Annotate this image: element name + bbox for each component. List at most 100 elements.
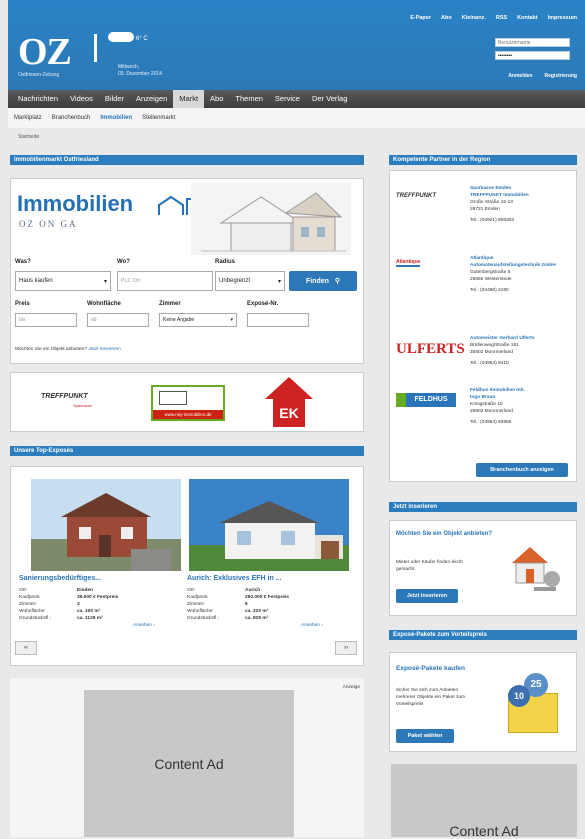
nsy-url: www.nsy-immobilien.de	[153, 410, 223, 419]
subnav-item[interactable]: Branchenbuch	[52, 115, 91, 121]
nav-item[interactable]: Anzeigen	[130, 90, 173, 108]
was-select[interactable]: Haus kaufen ▾	[15, 271, 111, 291]
partner-address: Brüllenweg/Straße 151	[470, 343, 519, 348]
top-link[interactable]: Abo	[441, 15, 452, 21]
subnav-item[interactable]: Marktplatz	[14, 115, 42, 121]
wf-value: ca. 100 m²	[77, 609, 101, 614]
radius-select[interactable]: Unbegrenzt ▾	[215, 271, 285, 291]
listing-photo[interactable]	[31, 479, 181, 571]
prev-button[interactable]: ‹‹	[15, 641, 37, 655]
pakete-button[interactable]: Paket wählen	[396, 729, 454, 743]
nav-item[interactable]: Der Verlag	[306, 90, 353, 108]
insert-title[interactable]: Möchten Sie ein Objekt anbieten?	[396, 531, 492, 537]
top-link[interactable]: Impressum	[548, 15, 577, 21]
was-value: Haus kaufen	[19, 278, 53, 284]
section-heading: Exposé-Pakete zum Vorteilspreis	[389, 630, 577, 640]
partner-address: Königstraße 10	[470, 402, 503, 407]
partner-name[interactable]: Sparkasse Emden	[470, 185, 574, 192]
top-link[interactable]: RSS	[496, 15, 507, 21]
site-header: E-Paper Abo Kleinanz. RSS Kontakt Impres…	[8, 0, 585, 90]
site-logo[interactable]: OZ	[18, 30, 72, 74]
subnav-item-active[interactable]: Immobilien	[100, 115, 132, 121]
username-input[interactable]	[495, 38, 570, 47]
preis-label: Preis	[15, 301, 30, 307]
find-button[interactable]: Finden ⚲	[289, 271, 357, 291]
nav-item[interactable]: Videos	[64, 90, 99, 108]
treffpunkt-logo-sub: Sparkasse	[73, 403, 92, 408]
partner-city: 26655 Westerstede	[470, 277, 512, 282]
partner-city: 26802 Moormerland	[470, 409, 513, 414]
treffpunkt-logo[interactable]: TREFFPUNKT	[41, 393, 88, 400]
listing-title[interactable]: Sanierungsbedürftiges...	[19, 575, 101, 582]
wohnflaeche-input[interactable]: ab	[87, 313, 149, 327]
partner-logo[interactable]: TREFFPUNKT	[396, 193, 436, 199]
top-link[interactable]: Kleinanz.	[462, 15, 486, 21]
wo-input[interactable]: PLZ, Ort	[117, 271, 213, 291]
register-link[interactable]: Registrierung	[544, 73, 577, 79]
top-link[interactable]: E-Paper	[410, 15, 431, 21]
listing-title[interactable]: Aurich: Exklusives EFH in ...	[187, 575, 282, 582]
content-ad[interactable]: Content Ad	[84, 690, 294, 837]
top-link[interactable]: Kontakt	[517, 15, 537, 21]
password-input[interactable]	[495, 51, 570, 60]
next-button[interactable]: ››	[335, 641, 357, 655]
section-heading: Unsere Top-Exposés	[10, 446, 364, 456]
nsy-logo[interactable]: www.nsy-immobilien.de	[151, 385, 225, 421]
current-date: Mittwoch, 03. Dezember 2014	[118, 64, 178, 78]
insert-box: Möchten Sie ein Objekt anbieten? Mieter …	[389, 520, 577, 616]
immo-search-box: Immobilien OZ ON GA Was? Haus kaufen ▾ Wo…	[10, 178, 364, 364]
wf-value: ca. 220 m²	[245, 609, 269, 614]
nav-item[interactable]: Themen	[229, 90, 269, 108]
partner-name[interactable]: Feldhus Immobilien Inh.	[470, 387, 574, 394]
partner-logo[interactable]: ULFERTS	[396, 341, 465, 358]
listing-values: Aurich 290.000 € Festpreis 6 ca. 220 m² …	[245, 587, 325, 622]
login-button[interactable]: Anmelden	[508, 73, 532, 79]
partner-name2[interactable]: TREFFPUNKT Immobilien	[470, 192, 574, 199]
nav-item[interactable]: Service	[269, 90, 306, 108]
nav-item-active[interactable]: Markt	[173, 90, 205, 108]
listing-more-link[interactable]: Ansehen ›	[133, 622, 155, 629]
partner-phone: Tel.: (04954) 9410	[470, 361, 509, 366]
partner-name[interactable]: Automeister Gerhard Ulferts	[470, 335, 574, 342]
preis-input[interactable]: bis	[15, 313, 77, 327]
breadcrumb[interactable]: Startseite	[18, 134, 39, 140]
partner-entry: Atlantique Automatenaufstellungstechnik …	[470, 255, 574, 294]
zimmer-label: Zimmer	[159, 301, 181, 307]
date-day: Mittwoch,	[118, 64, 140, 70]
wo-label: Wo?	[117, 259, 130, 265]
ek-logo[interactable]: EK	[273, 399, 305, 427]
zimmer-select[interactable]: Keine Angabe ▾	[159, 313, 237, 327]
login-links: Anmelden Registrierung	[508, 73, 577, 79]
offer-link[interactable]: Jetzt inserieren	[88, 347, 121, 352]
ek-roof	[265, 377, 313, 399]
offer-text: Möchten Sie ein Objekt anbieten?	[15, 347, 88, 352]
nav-item[interactable]: Nachrichten	[12, 90, 64, 108]
partner-logo[interactable]: Atlantique	[396, 259, 421, 267]
was-label: Was?	[15, 259, 31, 265]
gf-value: ca. 1129 m²	[77, 616, 103, 621]
subnav-item[interactable]: Stellenmarkt	[142, 115, 175, 121]
ort-value: Aurich	[245, 588, 261, 593]
partner-name2[interactable]: Ingo Braun	[470, 394, 574, 401]
main-nav: Nachrichten Videos Bilder Anzeigen Markt…	[8, 90, 585, 108]
chevron-down-icon: ▾	[103, 278, 107, 285]
expose-input[interactable]	[247, 313, 309, 327]
branchenbuch-button[interactable]: Branchenbuch anzeigen	[476, 463, 568, 477]
cloud-icon	[108, 32, 134, 42]
nav-item[interactable]: Abo	[204, 90, 229, 108]
listing-values: Emden 39.500 € Festpreis 3 ca. 100 m² ca…	[77, 587, 157, 622]
section-heading: Immobilienmarkt Ostfriesland	[10, 155, 364, 165]
gf-value: ca. 829 m²	[245, 616, 269, 621]
listing-more-link[interactable]: Ansehen ›	[301, 622, 323, 629]
listing-photo[interactable]	[189, 479, 349, 571]
partner-address: Große Straße 15-13	[470, 200, 513, 205]
content-ad-right[interactable]: Content Ad	[391, 764, 577, 839]
partner-logo[interactable]: FELDHUS	[396, 393, 456, 407]
pakete-title[interactable]: Exposé-Pakete kaufen	[396, 665, 465, 672]
zimmer-value: 3	[77, 602, 80, 607]
partner-name2[interactable]: Automatenaufstellungstechnik GmbH	[470, 262, 574, 269]
chevron-down-icon: ▾	[230, 317, 233, 323]
nav-item[interactable]: Bilder	[99, 90, 130, 108]
insert-button[interactable]: Jetzt inserieren	[396, 589, 458, 603]
partner-name[interactable]: Atlantique	[470, 255, 574, 262]
